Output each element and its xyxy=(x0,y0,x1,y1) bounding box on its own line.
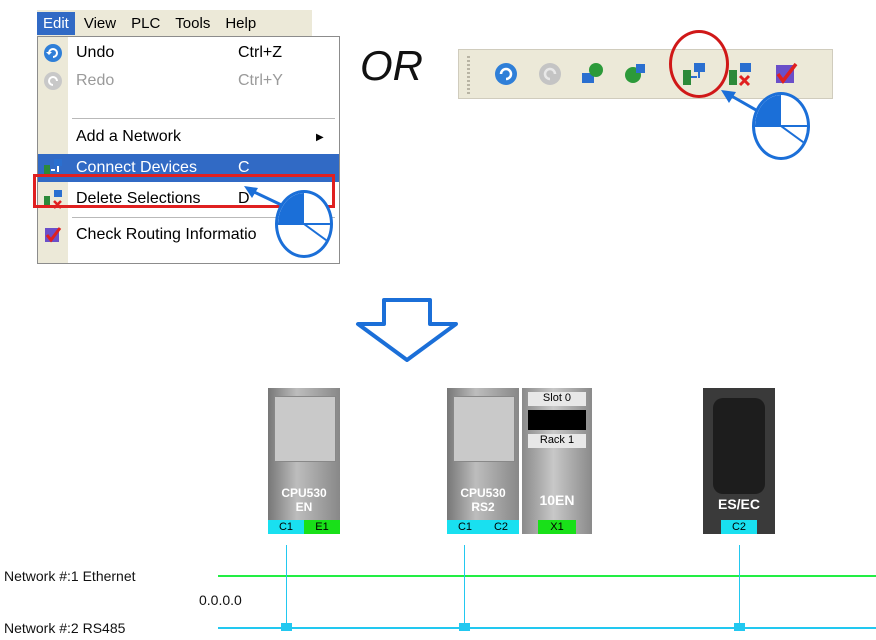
network-1-label: Network #:1 Ethernet xyxy=(4,568,136,584)
device-10en-module[interactable]: Slot 0 Rack 1 10EN X1 xyxy=(522,388,592,534)
undo-shortcut: Ctrl+Z xyxy=(238,44,282,61)
redo-icon[interactable] xyxy=(537,61,563,87)
device-sub-label: RS2 xyxy=(471,500,495,514)
port-c2[interactable]: C2 xyxy=(721,520,757,534)
undo-label: Undo xyxy=(76,44,115,61)
menu-plc[interactable]: PLC xyxy=(125,12,166,35)
menu-help[interactable]: Help xyxy=(219,12,262,35)
network-1-address: 0.0.0.0 xyxy=(199,592,242,608)
check-routing-icon xyxy=(45,227,62,243)
device-model-label: CPU530 xyxy=(281,486,327,500)
device-model-label: CPU530 xyxy=(460,486,506,500)
undo-icon[interactable] xyxy=(493,61,519,87)
slot-label: Slot 0 xyxy=(528,392,586,406)
device-model-label: 10EN xyxy=(539,492,575,508)
device-sub-label: EN xyxy=(295,500,313,514)
menu-item-redo[interactable]: Redo Ctrl+Y xyxy=(38,67,339,95)
mouse-click-icon-toolbar xyxy=(752,92,810,160)
redo-icon xyxy=(44,72,62,90)
redo-label: Redo xyxy=(76,72,115,89)
port-e1[interactable]: E1 xyxy=(304,520,340,534)
menu-tools[interactable]: Tools xyxy=(169,12,216,35)
network-2-line xyxy=(218,627,876,629)
add-network-label: Add a Network xyxy=(76,128,181,145)
menu-view[interactable]: View xyxy=(78,12,122,35)
mouse-click-icon-menu xyxy=(275,190,333,258)
rack-label: Rack 1 xyxy=(528,434,586,448)
menu-bar: Edit View PLC Tools Help xyxy=(37,10,312,36)
download-icon[interactable] xyxy=(622,61,648,87)
port-c2[interactable]: C2 xyxy=(483,520,519,534)
menu-edit[interactable]: Edit xyxy=(37,11,75,35)
device-cpu530-en[interactable]: CPU530 EN C1 E1 xyxy=(268,388,340,534)
delete-selections-icon[interactable] xyxy=(727,61,753,87)
toolbar-grip[interactable] xyxy=(467,56,470,94)
menu-item-undo[interactable]: Undo Ctrl+Z xyxy=(38,39,339,67)
device-cpu530-rs2[interactable]: CPU530 RS2 C1 C2 xyxy=(447,388,519,534)
device-es-ec[interactable]: ES/EC C2 xyxy=(703,388,775,534)
redo-shortcut: Ctrl+Y xyxy=(238,72,283,89)
device-model-label: ES/EC xyxy=(717,496,760,512)
port-c1[interactable]: C1 xyxy=(447,520,483,534)
submenu-arrow-icon: ▶ xyxy=(316,131,324,143)
network-1-line xyxy=(218,575,876,577)
check-routing-icon[interactable] xyxy=(773,61,799,87)
check-routing-label: Check Routing Informatio xyxy=(76,226,257,243)
port-c1[interactable]: C1 xyxy=(268,520,304,534)
down-arrow-icon xyxy=(356,298,458,362)
upload-icon[interactable] xyxy=(579,61,605,87)
network-2-label: Network #:2 RS485 xyxy=(4,620,126,636)
port-x1[interactable]: X1 xyxy=(538,520,576,534)
undo-icon xyxy=(44,44,62,62)
or-label: OR xyxy=(360,42,423,89)
menu-item-add-network[interactable]: Add a Network ▶ xyxy=(38,123,339,151)
